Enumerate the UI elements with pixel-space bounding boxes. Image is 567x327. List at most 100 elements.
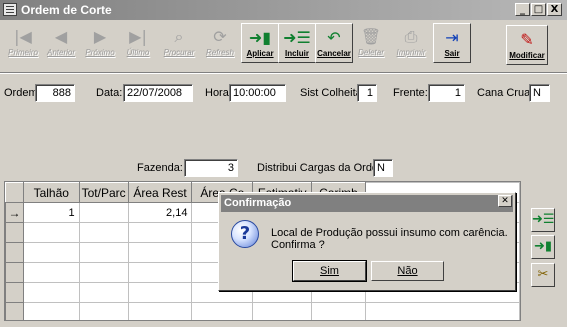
toolbar-button-2[interactable]: ▶ Próximo [81, 23, 119, 63]
toolbar-button-12[interactable]: ✎ Modificar [506, 25, 548, 65]
toolbar-button-label: Procurar [163, 48, 195, 57]
sist-colheita-field[interactable]: 1 [357, 84, 377, 102]
grid-cell[interactable] [22, 242, 80, 263]
toolbar-button-3[interactable]: ▶| Último [119, 23, 157, 63]
grid-cell[interactable] [78, 262, 129, 283]
first-record-icon: |◀ [14, 27, 32, 46]
toolbar-button-0[interactable]: |◀ Primeiro [4, 23, 42, 63]
refresh-icon: ⟳ [213, 27, 227, 46]
grid-corner [5, 182, 24, 203]
dialog-message: Local de Produção possui insumo com carê… [271, 227, 508, 251]
grid-cell[interactable] [252, 302, 313, 320]
hora-label: Hora [205, 87, 229, 99]
apply-row-icon: ➜▮ [533, 239, 553, 254]
grid-column-header[interactable]: Talhão [22, 182, 80, 203]
grid-cell[interactable] [78, 302, 129, 320]
grid-cell[interactable] [311, 302, 366, 320]
toolbar-button-label: Próximo [85, 48, 115, 57]
toolbar-button-1[interactable]: ◀ Anterior [42, 23, 80, 63]
toolbar-button-label: Anterior [46, 48, 75, 57]
row-indicator: → [5, 202, 24, 223]
insert-row-button[interactable]: ➜☰ [531, 208, 555, 232]
toolbar-button-8[interactable]: ↶ Cancelar [315, 23, 353, 63]
delete-row-icon: ✂ [537, 267, 549, 282]
app-icon [3, 3, 17, 16]
minimize-button[interactable]: _ [515, 3, 530, 16]
apply-row-button[interactable]: ➜▮ [531, 235, 555, 259]
exit-icon: ⇥ [445, 28, 459, 47]
fazenda-field[interactable]: 3 [184, 159, 238, 177]
search-record-icon: ⌕ [174, 27, 184, 46]
row-indicator [5, 262, 24, 283]
question-icon: ? [231, 220, 259, 248]
toolbar-button-label: Último [126, 48, 150, 57]
toolbar-button-label: Deletar [358, 48, 384, 57]
maximize-button[interactable]: □ [531, 3, 546, 16]
print-icon: ⎙ [404, 27, 418, 46]
next-record-icon: ▶ [93, 27, 107, 46]
delete-row-button[interactable]: ✂ [531, 263, 555, 287]
dialog-close-button[interactable]: ✕ [498, 195, 512, 207]
toolbar-button-11[interactable]: ⇥ Sair [433, 23, 471, 63]
grid-column-header[interactable]: Tot/Parc [78, 182, 129, 203]
frente-field[interactable]: 1 [428, 84, 465, 102]
cancel-icon: ↶ [327, 28, 341, 47]
apply-icon: ➜▮ [248, 28, 272, 47]
frente-label: Frente: [393, 87, 428, 99]
close-button[interactable]: X [547, 3, 562, 16]
grid-cell[interactable]: 2,14 [127, 202, 193, 223]
grid-cell[interactable] [127, 302, 193, 320]
grid-cell[interactable] [191, 302, 254, 320]
data-field[interactable]: 22/07/2008 [123, 84, 193, 102]
cana-crua-field[interactable]: N [529, 84, 550, 102]
toolbar-divider [0, 72, 567, 74]
grid-cell[interactable] [78, 242, 129, 263]
toolbar-button-10[interactable]: ⎙ Imprimir [392, 23, 430, 63]
toolbar-button-5[interactable]: ⟳ Refresh [201, 23, 239, 63]
grid-cell[interactable] [22, 302, 80, 320]
toolbar: |◀ Primeiro ◀ Anterior ▶ Próximo ▶| Último ⌕ Proc… [0, 20, 567, 68]
grid-cell[interactable] [78, 222, 129, 243]
table-row[interactable] [5, 302, 520, 320]
grid-cell[interactable] [127, 282, 193, 303]
grid-cell[interactable] [127, 242, 193, 263]
fazenda-label: Fazenda: [137, 162, 183, 174]
confirmation-dialog: Confirmação ✕ ? Local de Produção possui… [218, 192, 516, 291]
modify-icon: ✎ [520, 30, 534, 49]
grid-column-header[interactable]: Área Rest [127, 182, 193, 203]
toolbar-button-4[interactable]: ⌕ Procurar [160, 23, 198, 63]
toolbar-button-label: Imprimir [396, 48, 426, 57]
yes-button[interactable]: Sim [292, 260, 367, 282]
grid-cell[interactable] [78, 202, 129, 223]
row-indicator [5, 242, 24, 263]
toolbar-button-6[interactable]: ➜▮ Aplicar [241, 23, 279, 63]
toolbar-button-label: Refresh [205, 48, 234, 57]
grid-cell[interactable] [127, 222, 193, 243]
grid-cell[interactable] [22, 222, 80, 243]
hora-field[interactable]: 10:00:00 [229, 84, 286, 102]
grid-cell[interactable] [22, 282, 80, 303]
distribui-cargas-field[interactable]: N [373, 159, 393, 177]
toolbar-button-label: Modificar [509, 51, 545, 60]
row-indicator [5, 222, 24, 243]
grid-cell[interactable] [22, 262, 80, 283]
distribui-cargas-label: Distribui Cargas da Ordem: [257, 162, 391, 174]
row-indicator [5, 302, 24, 320]
ordem-field[interactable]: 888 [35, 84, 75, 102]
toolbar-button-label: Incluir [284, 49, 309, 58]
toolbar-button-9[interactable]: 🗑 Deletar [352, 23, 390, 63]
window-titlebar: Ordem de Corte _ □ X [0, 0, 567, 20]
no-button[interactable]: Não [371, 261, 444, 281]
insert-icon: ➜☰ [283, 28, 311, 47]
no-button-label: Não [397, 265, 418, 277]
toolbar-button-7[interactable]: ➜☰ Incluir [278, 23, 316, 63]
grid-cell[interactable]: 1 [22, 202, 80, 223]
sist-colheita-label: Sist Colheita: [300, 87, 365, 99]
grid-cell[interactable] [78, 282, 129, 303]
grid-filler-cell [364, 302, 520, 320]
dialog-title: Confirmação [221, 195, 513, 212]
insert-row-icon: ➜☰ [532, 212, 555, 227]
window-title: Ordem de Corte [21, 3, 112, 17]
grid-cell[interactable] [127, 262, 193, 283]
previous-record-icon: ◀ [54, 27, 68, 46]
